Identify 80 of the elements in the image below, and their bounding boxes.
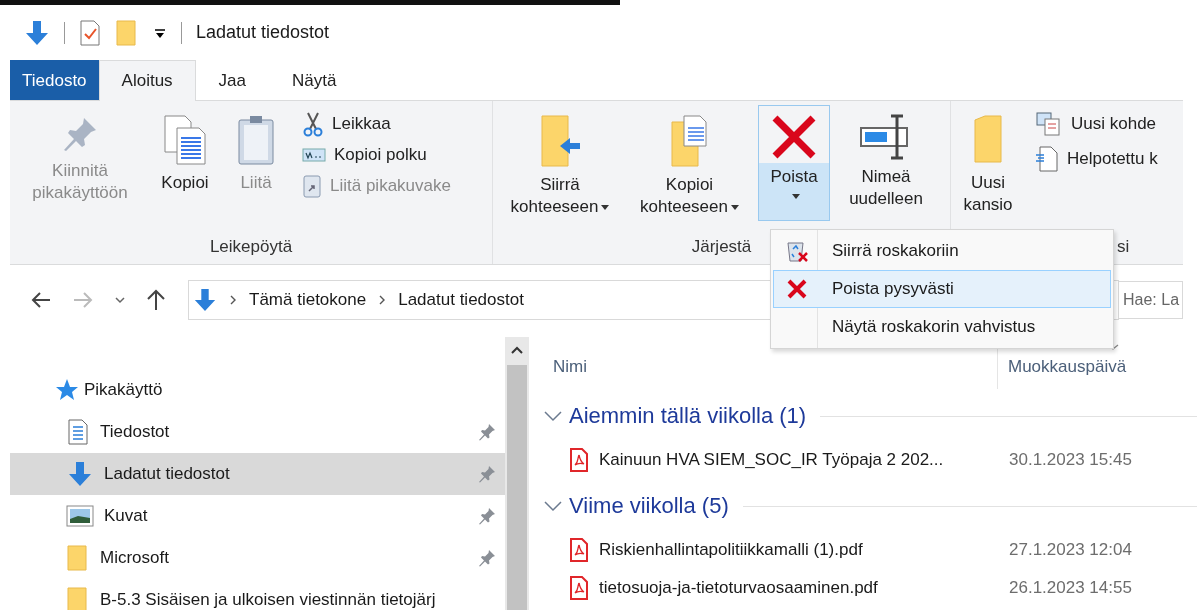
- copy-icon: [163, 114, 207, 166]
- pin-icon[interactable]: [477, 506, 497, 526]
- pdf-file-icon: [569, 575, 589, 601]
- nav-item[interactable]: Microsoft: [10, 537, 505, 579]
- modified-date: 30.1.2023 15:45: [1009, 450, 1132, 470]
- search-field[interactable]: Hae: La: [1119, 281, 1183, 319]
- cut-button[interactable]: Leikkaa: [302, 109, 451, 139]
- download-arrow-icon: [193, 287, 217, 313]
- nav-item[interactable]: Ladatut tiedostot: [10, 453, 505, 495]
- ribbon-tab[interactable]: Näytä: [269, 60, 360, 100]
- folder-icon: [66, 544, 90, 572]
- delete-x-icon: [771, 114, 817, 160]
- modified-date: 26.1.2023 14:55: [1009, 578, 1132, 598]
- nav-item[interactable]: Tiedostot: [10, 411, 505, 453]
- pin-icon[interactable]: [477, 548, 497, 568]
- file-name[interactable]: tietosuoja-ja-tietoturvaosaaminen.pdf: [599, 578, 999, 598]
- ribbon-tab[interactable]: Tiedosto: [10, 60, 99, 100]
- caret-icon: [730, 205, 739, 211]
- copy-to-button[interactable]: Kopioi kohteeseen: [627, 109, 752, 229]
- group-label: Leikepöytä: [209, 237, 293, 257]
- document-icon: [66, 418, 90, 446]
- recycle-bin-icon: [785, 239, 809, 263]
- recent-chevron-icon[interactable]: [114, 296, 126, 304]
- folder-icon: [66, 586, 90, 610]
- group-heading[interactable]: Aiemmin tällä viikolla (1): [569, 403, 807, 429]
- group-chevron-icon[interactable]: [543, 409, 563, 423]
- breadcrumb[interactable]: Ladatut tiedostot: [398, 290, 524, 310]
- scroll-thumb[interactable]: [507, 365, 527, 610]
- download-arrow-icon: [66, 460, 94, 488]
- folder-icon: [971, 114, 1005, 166]
- copy-button[interactable]: Kopioi: [150, 109, 220, 229]
- rename-button[interactable]: Nimeä uudelleen: [836, 109, 936, 229]
- new-item-icon: [1035, 111, 1063, 137]
- scroll-up-icon[interactable]: [510, 345, 524, 355]
- picture-icon: [66, 505, 94, 527]
- chevron-right-icon: [229, 294, 237, 306]
- nav-item[interactable]: B-5.3 Sisäisen ja ulkoisen viestinnän tietojärj: [10, 579, 505, 610]
- group-label: Järjestä: [691, 237, 752, 257]
- file-name[interactable]: Kainuun HVA SIEM_SOC_IR Työpaja 2 202...: [599, 450, 999, 470]
- modified-date: 27.1.2023 12:04: [1009, 540, 1132, 560]
- scrollbar[interactable]: [505, 337, 529, 610]
- menu-item[interactable]: Siirrä roskakoriin: [773, 232, 1111, 270]
- column-header[interactable]: Nimi: [543, 357, 997, 377]
- new-item-button[interactable]: Uusi kohde: [1035, 109, 1158, 139]
- pdf-file-icon: [569, 537, 589, 563]
- properties-icon[interactable]: [79, 18, 101, 47]
- folder-arrow-icon: [538, 114, 582, 168]
- nav-item[interactable]: Kuvat: [10, 495, 505, 537]
- new-folder-button[interactable]: Uusi kansio: [957, 109, 1019, 229]
- copy-path-button[interactable]: Kopioi polku: [302, 143, 451, 167]
- customize-caret-icon[interactable]: [153, 26, 167, 39]
- up-arrow-icon[interactable]: [146, 289, 166, 311]
- nav-item[interactable]: Pikakäyttö: [10, 369, 505, 411]
- group-heading[interactable]: Viime viikolla (5): [569, 493, 729, 519]
- pin-icon[interactable]: [477, 464, 497, 484]
- back-arrow-icon[interactable]: [30, 291, 52, 309]
- delete-x-icon: [786, 278, 808, 300]
- pin-icon[interactable]: [477, 422, 497, 442]
- file-name[interactable]: Riskienhallintapolitiikkamalli (1).pdf: [599, 540, 999, 560]
- group-label: si: [1117, 237, 1130, 257]
- delete-button[interactable]: Poista: [758, 105, 830, 221]
- breadcrumb[interactable]: Tämä tietokone: [249, 290, 367, 310]
- clipboard-shortcut-icon: [302, 173, 322, 199]
- easy-access-button[interactable]: Helpotettu k: [1035, 143, 1158, 175]
- path-icon: [302, 148, 326, 162]
- scissors-icon: [302, 111, 324, 137]
- window-title: Ladatut tiedostot: [196, 22, 330, 43]
- caret-icon: [601, 205, 610, 211]
- caret-icon: [791, 194, 800, 200]
- ribbon-tab[interactable]: Jaa: [195, 60, 270, 100]
- move-to-button[interactable]: Siirrä kohteeseen: [499, 109, 621, 229]
- forward-arrow-icon[interactable]: [72, 291, 94, 309]
- clipboard-icon: [237, 114, 275, 166]
- document-icon: [1035, 145, 1059, 173]
- group-chevron-icon[interactable]: [543, 499, 563, 513]
- download-arrow-icon[interactable]: [24, 18, 50, 47]
- ribbon-tab[interactable]: Aloitus: [98, 60, 196, 101]
- chevron-right-icon: [378, 294, 387, 306]
- pdf-file-icon: [569, 447, 589, 473]
- menu-item[interactable]: Poista pysyvästi: [773, 270, 1111, 308]
